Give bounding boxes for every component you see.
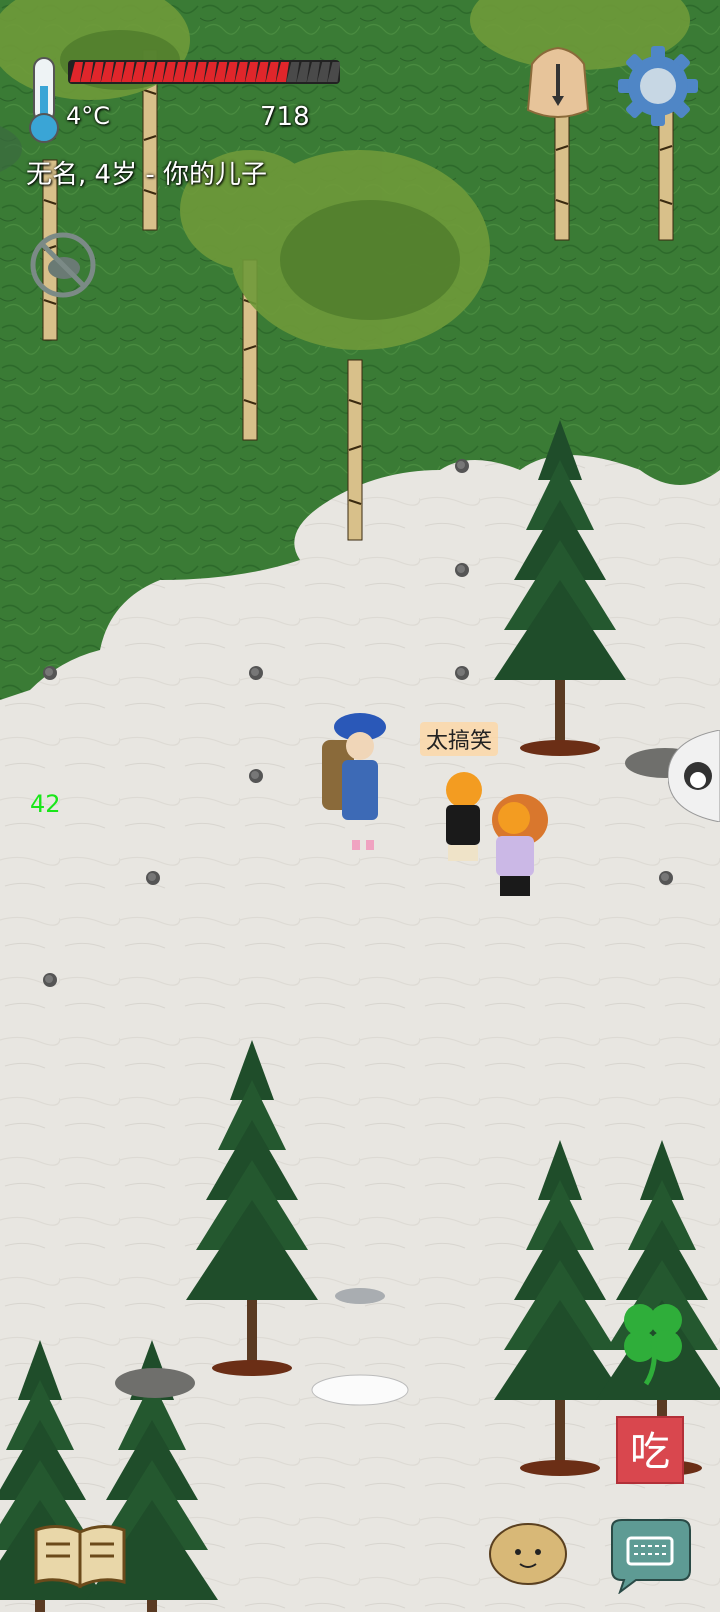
speech-bubble: 太搞笑 — [420, 722, 499, 756]
emote-face-icon[interactable] — [488, 1522, 568, 1586]
game-world[interactable] — [0, 0, 720, 1612]
gear-icon[interactable] — [616, 44, 700, 128]
character-name: 无名, 4岁 - 你的儿子 — [26, 160, 267, 190]
thermometer-icon — [29, 57, 59, 143]
temperature-label: 4°C — [66, 102, 111, 130]
side-handle-right[interactable] — [668, 730, 720, 822]
food-meter — [68, 60, 340, 84]
clock-icon[interactable] — [522, 44, 594, 128]
keyboard-icon[interactable] — [606, 1518, 692, 1594]
clover-icon[interactable] — [618, 1296, 688, 1386]
no-pet-icon[interactable] — [28, 230, 98, 300]
book-icon[interactable] — [30, 1520, 130, 1590]
fps-counter: 42 — [30, 790, 61, 818]
yum-counter: 718 — [260, 102, 310, 132]
side-handle-left[interactable] — [0, 126, 22, 172]
eat-button[interactable]: 吃 — [616, 1416, 684, 1484]
other-character — [446, 772, 482, 861]
